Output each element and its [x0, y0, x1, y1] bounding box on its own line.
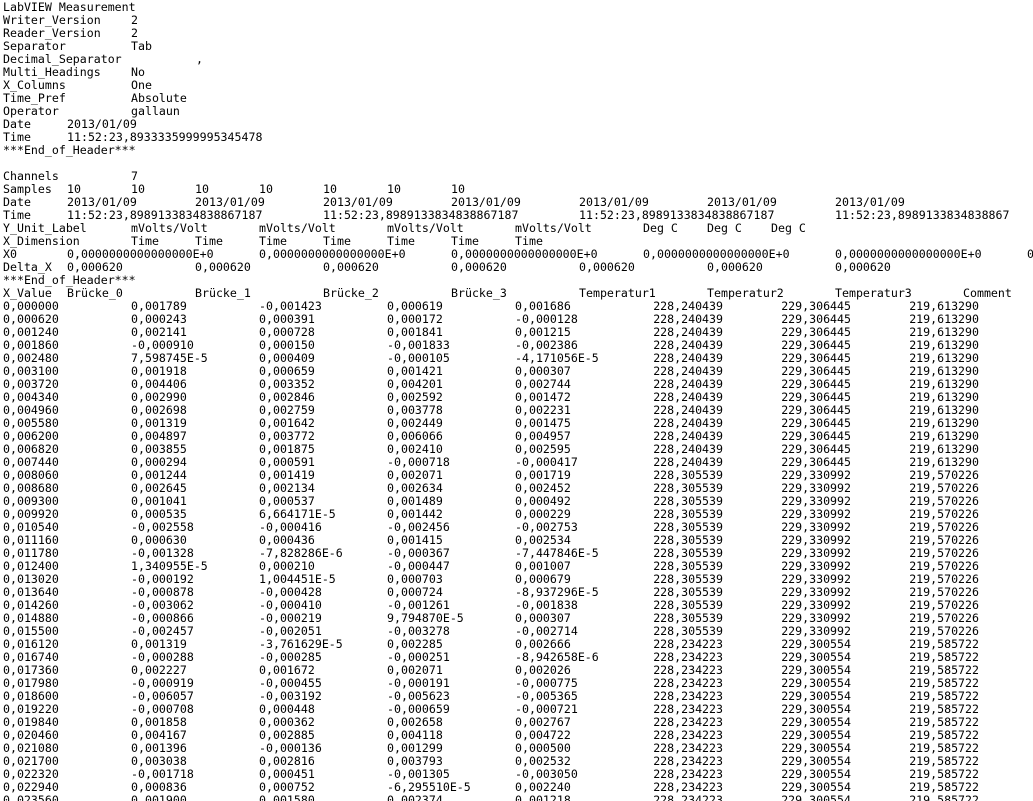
table-cell: 0,002374 — [387, 793, 443, 801]
header-value: 0,000620 — [579, 260, 635, 274]
header-value: 0,000620 — [323, 260, 379, 274]
table-cell: 0,001218 — [515, 793, 571, 801]
end-of-header: ***End_of_Header*** — [3, 144, 1033, 157]
header-value: gallaun — [131, 104, 180, 118]
header-value: Deg C — [771, 221, 806, 235]
column-header: Brücke_0 — [67, 286, 123, 300]
header-line: Operator gallaun — [3, 105, 1033, 118]
header-value: , — [196, 52, 203, 66]
table-cell: 219,585722 — [909, 793, 979, 801]
header-value: 0,000620 — [195, 260, 251, 274]
header-value: Deg C — [707, 221, 742, 235]
delta-x-line: Delta_X 0,000620 0,000620 0,000620 0,000… — [3, 261, 1033, 274]
header-value: 0,000620 — [707, 260, 763, 274]
header-value: 0,000620 — [451, 260, 507, 274]
column-header: Brücke_1 — [195, 286, 251, 300]
header-line: Time 11:52:23,8933335999995345478 — [3, 131, 1033, 144]
table-row: 0,023560 0,001900 0,001580 0,002374 0,001218… — [3, 794, 1033, 801]
header-value: Deg C — [643, 221, 678, 235]
table-cell: 228,234223 — [653, 793, 723, 801]
table-cell: 0,001900 — [131, 793, 187, 801]
column-header: Temperatur1 — [579, 286, 656, 300]
header-line: LabVIEW Measurement — [3, 1, 1033, 14]
table-cell: 0,023560 — [3, 793, 59, 801]
header-line: Writer_Version 2 — [3, 14, 1033, 27]
column-header: Brücke_3 — [451, 286, 507, 300]
header-line: Separator Tab — [3, 40, 1033, 53]
header-line: Multi_Headings No — [3, 66, 1033, 79]
table-cell: 229,300554 — [781, 793, 851, 801]
header-value: 0 — [1027, 247, 1033, 261]
header-key: ***End_of_Header*** — [3, 143, 136, 157]
text-editor-content[interactable]: LabVIEW Measurement Writer_Version 2 Read… — [3, 1, 1033, 801]
table-cell: 0,001580 — [259, 793, 315, 801]
channels-line: Channels 7 — [3, 170, 1033, 183]
column-header: Brücke_2 — [323, 286, 379, 300]
header-line: Decimal_Separator, — [3, 53, 1033, 66]
header-value: Tab — [131, 39, 152, 53]
header-line: Reader_Version 2 — [3, 27, 1033, 40]
header-value: 0,000620 — [835, 260, 891, 274]
header-value: 11:52:23,8989133834838867 — [835, 208, 1010, 222]
